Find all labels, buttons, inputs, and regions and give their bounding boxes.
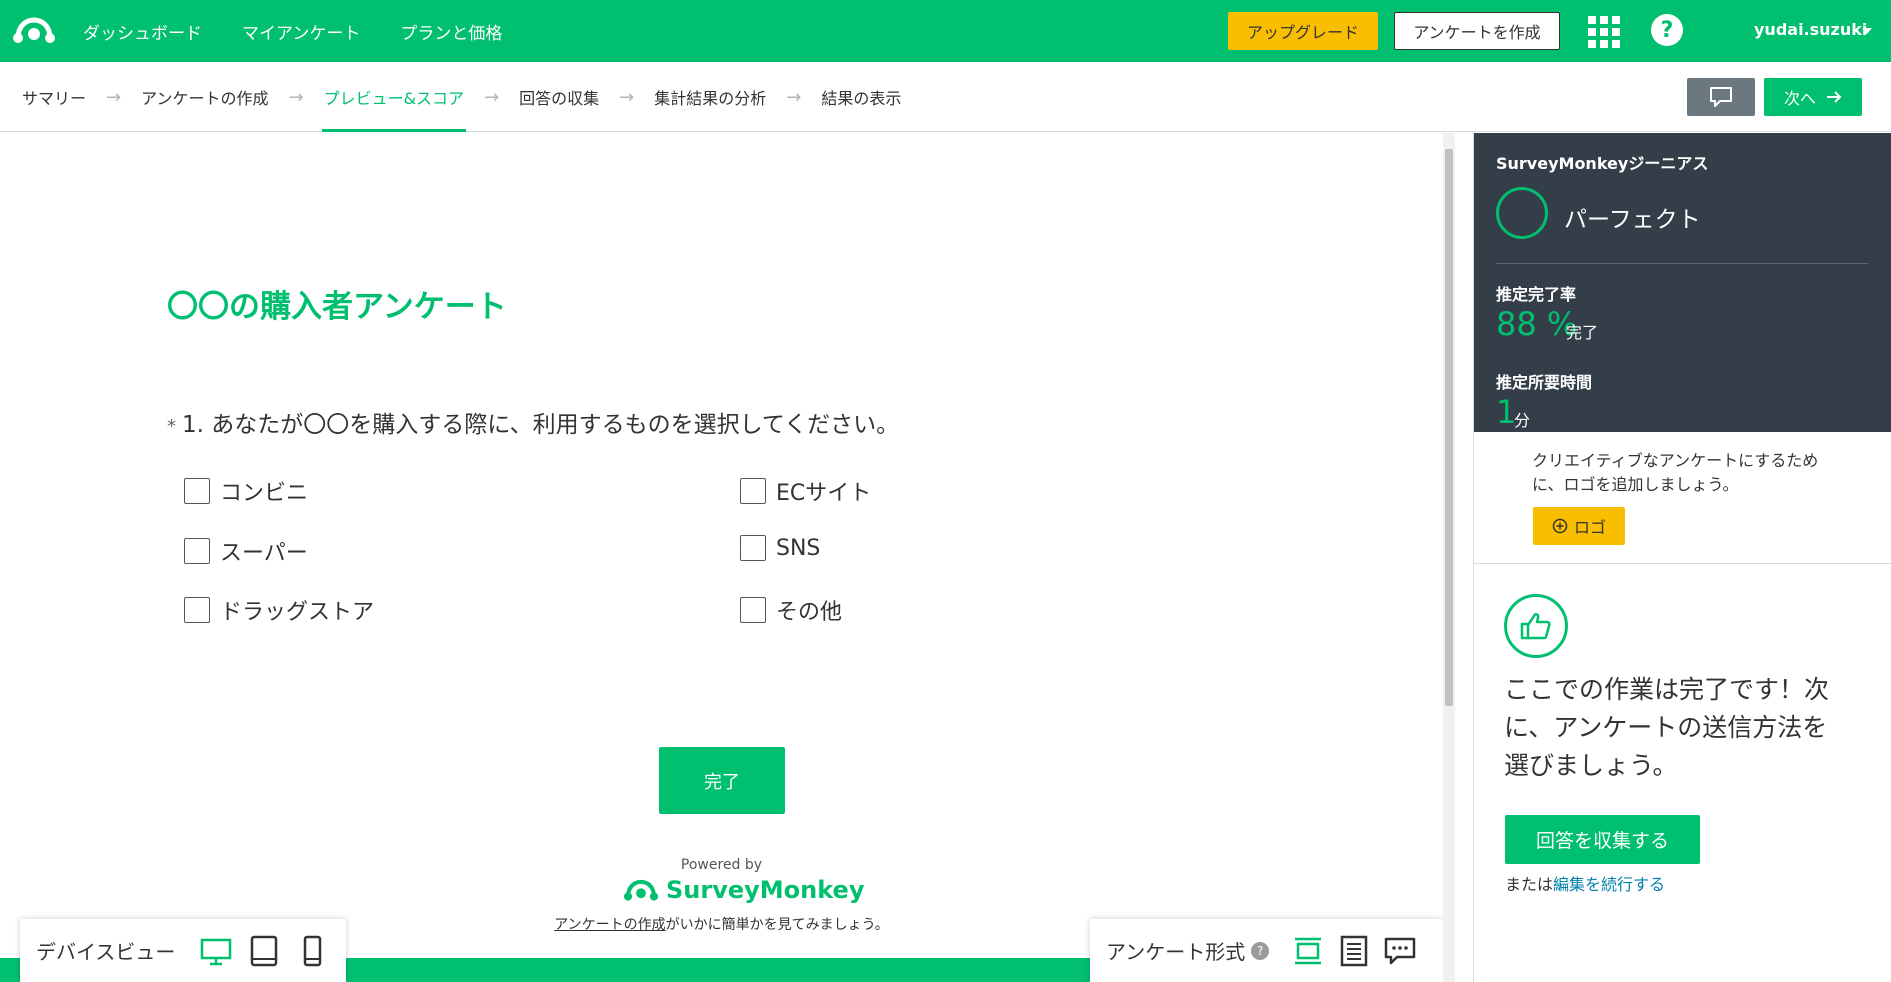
option-other[interactable]: その他 bbox=[740, 594, 842, 626]
step-breadcrumb: サマリー → アンケートの作成 → プレビュー&スコア → 回答の収集 → 集計… bbox=[22, 62, 901, 132]
create-survey-button[interactable]: アンケートを作成 bbox=[1394, 12, 1560, 50]
genius-title: SurveyMonkeyジーニアス bbox=[1496, 154, 1709, 173]
step-bar: サマリー → アンケートの作成 → プレビュー&スコア → 回答の収集 → 集計… bbox=[0, 62, 1891, 132]
scrollbar-thumb[interactable] bbox=[1445, 149, 1453, 706]
divider bbox=[1474, 563, 1891, 564]
add-logo-button[interactable]: ロゴ bbox=[1533, 507, 1625, 545]
device-view-label: デバイスビュー bbox=[36, 940, 176, 964]
done-button[interactable]: 完了 bbox=[659, 747, 785, 814]
step-summary[interactable]: サマリー bbox=[22, 62, 86, 132]
survey-preview-area: 〇〇の購入者アンケート * 1. あなたが〇〇を購入する際に、利用するものを選択し… bbox=[0, 133, 1455, 982]
genius-panel: SurveyMonkeyジーニアス パーフェクト 推定完了率 88 % 完了 推… bbox=[1474, 133, 1891, 432]
one-question-icon[interactable] bbox=[1291, 934, 1325, 968]
arrow-right-icon: → bbox=[484, 86, 500, 108]
step-preview-score[interactable]: プレビュー&スコア bbox=[321, 62, 467, 132]
option-label: スーパー bbox=[220, 541, 308, 566]
next-label: 次へ bbox=[1783, 89, 1816, 108]
completion-time-unit: 分 bbox=[1514, 411, 1531, 430]
add-logo-label: ロゴ bbox=[1573, 518, 1606, 537]
nav-dashboard[interactable]: ダッシュボード bbox=[83, 19, 202, 44]
or-text: または bbox=[1505, 875, 1554, 894]
arrow-right-icon: → bbox=[106, 86, 122, 108]
classic-list-icon[interactable] bbox=[1337, 934, 1371, 968]
tablet-icon[interactable] bbox=[247, 934, 281, 968]
next-button[interactable]: 次へ bbox=[1764, 78, 1862, 116]
option-supermarket[interactable]: スーパー bbox=[184, 535, 308, 567]
completion-message: ここでの作業は完了です！次に、アンケートの送信方法を選びましょう。 bbox=[1504, 675, 1830, 780]
option-label: ドラッグストア bbox=[220, 600, 375, 625]
powered-by-text: Powered by bbox=[680, 857, 763, 873]
option-convenience-store[interactable]: コンビニ bbox=[184, 475, 308, 507]
surveymonkey-brand[interactable]: SurveyMonkey bbox=[622, 876, 864, 904]
option-label: その他 bbox=[776, 600, 843, 625]
logo-tip-text: クリエイティブなアンケートにするために、ロゴを追加しましょう。 bbox=[1532, 451, 1819, 494]
or-edit-text: または編集を続行する bbox=[1505, 871, 1665, 895]
step-create-survey[interactable]: アンケートの作成 bbox=[141, 62, 268, 132]
thumbs-up-icon bbox=[1504, 594, 1568, 658]
plus-circle-icon bbox=[1552, 518, 1568, 534]
apps-grid-icon[interactable] bbox=[1588, 16, 1620, 48]
comment-button[interactable] bbox=[1687, 78, 1755, 116]
checkbox[interactable] bbox=[740, 478, 766, 504]
surveymonkey-logo-icon bbox=[623, 879, 659, 901]
completion-rate-label: 推定完了率 bbox=[1496, 285, 1577, 304]
option-label: ECサイト bbox=[776, 481, 872, 506]
chevron-down-icon[interactable] bbox=[1862, 28, 1872, 34]
question-icon[interactable]: ? bbox=[1651, 14, 1683, 46]
arrow-right-icon: → bbox=[786, 86, 802, 108]
question-text: * 1. あなたが〇〇を購入する際に、利用するものを選択してください。 bbox=[167, 405, 899, 439]
phone-icon[interactable] bbox=[295, 934, 329, 968]
question-label: 1. あなたが〇〇を購入する際に、利用するものを選択してください。 bbox=[182, 412, 900, 438]
step-collect-responses[interactable]: 回答の収集 bbox=[519, 62, 599, 132]
genius-status: パーフェクト bbox=[1564, 207, 1701, 233]
survey-format-label: アンケート形式 bbox=[1106, 940, 1246, 964]
divider bbox=[1496, 263, 1868, 264]
step-present-results[interactable]: 結果の表示 bbox=[821, 62, 901, 132]
checkbox[interactable] bbox=[740, 597, 766, 623]
checkbox[interactable] bbox=[740, 535, 766, 561]
survey-title: 〇〇の購入者アンケート bbox=[167, 289, 507, 325]
checkbox[interactable] bbox=[184, 478, 210, 504]
desktop-icon[interactable] bbox=[199, 934, 233, 968]
arrow-right-icon bbox=[1827, 91, 1842, 103]
option-ec-site[interactable]: ECサイト bbox=[740, 475, 871, 507]
nav-plans-pricing[interactable]: プランと価格 bbox=[400, 19, 502, 44]
scrollbar[interactable] bbox=[1443, 133, 1455, 982]
surveymonkey-logo-icon[interactable] bbox=[12, 14, 56, 46]
upgrade-button[interactable]: アップグレード bbox=[1228, 12, 1378, 50]
required-mark: * bbox=[167, 416, 176, 437]
footer-text: がいかに簡単かを見てみましょう。 bbox=[665, 917, 889, 933]
speech-bubble-icon bbox=[1710, 87, 1732, 107]
step-analyze-results[interactable]: 集計結果の分析 bbox=[654, 62, 766, 132]
arrow-right-icon: → bbox=[619, 86, 635, 108]
arrow-right-icon: → bbox=[288, 86, 304, 108]
continue-editing-link[interactable]: 編集を続行する bbox=[1553, 875, 1665, 894]
user-menu[interactable]: yudai.suzuki bbox=[1754, 20, 1867, 39]
option-drugstore[interactable]: ドラッグストア bbox=[184, 594, 374, 626]
device-view-toolbar: デバイスビュー bbox=[20, 919, 346, 982]
brand-name: SurveyMonkey bbox=[666, 876, 865, 904]
checkbox[interactable] bbox=[184, 538, 210, 564]
completion-rate-unit: 完了 bbox=[1566, 323, 1599, 342]
score-ring-icon bbox=[1496, 187, 1548, 239]
checkbox[interactable] bbox=[184, 597, 210, 623]
top-navigation-bar: ダッシュボード マイアンケート プランと価格 アップグレード アンケートを作成 … bbox=[0, 0, 1891, 62]
nav-my-surveys[interactable]: マイアンケート bbox=[242, 19, 360, 44]
survey-format-toolbar: アンケート形式 ? bbox=[1090, 919, 1444, 982]
create-survey-link[interactable]: アンケートの作成 bbox=[554, 917, 665, 933]
top-nav: ダッシュボード マイアンケート プランと価格 bbox=[83, 0, 502, 62]
option-sns[interactable]: SNS bbox=[740, 535, 820, 561]
conversation-icon[interactable] bbox=[1383, 934, 1417, 968]
option-label: SNS bbox=[776, 535, 821, 561]
help-circle-icon[interactable]: ? bbox=[1251, 941, 1270, 960]
completion-time-label: 推定所要時間 bbox=[1496, 373, 1593, 392]
collect-responses-button[interactable]: 回答を収集する bbox=[1505, 815, 1700, 864]
option-label: コンビニ bbox=[220, 481, 309, 506]
